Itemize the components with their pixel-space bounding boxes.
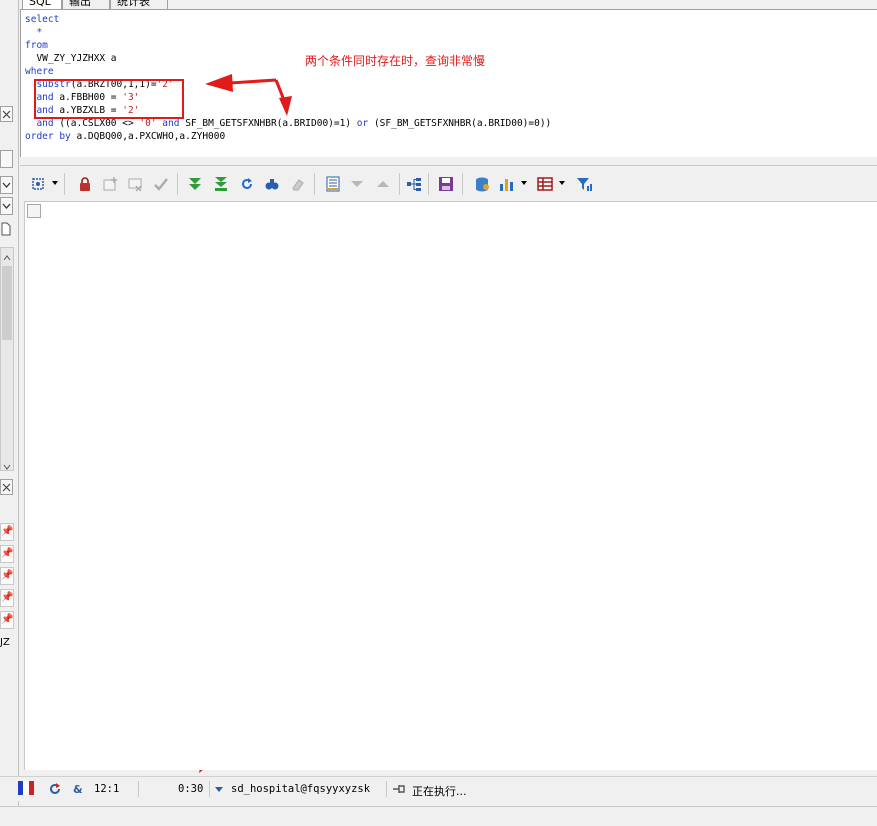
result-grid[interactable] (24, 201, 877, 770)
status-separator (386, 781, 387, 797)
add-record-icon[interactable] (102, 176, 118, 192)
dropdown-arrow-icon[interactable] (559, 181, 565, 185)
grid-view-icon[interactable] (537, 176, 553, 192)
post-icon[interactable] (153, 176, 169, 192)
flag-icon (18, 781, 34, 795)
status-separator (209, 781, 210, 797)
status-bar: & 12:1 0:30 sd_hospital@fqsyyxyzsk 正在执行.… (0, 776, 877, 801)
filter-icon[interactable] (576, 176, 592, 192)
refresh-icon[interactable] (239, 176, 255, 192)
toolbar-separator (399, 173, 400, 195)
single-record-icon[interactable] (325, 176, 341, 192)
delete-record-icon[interactable] (127, 176, 143, 192)
dropdown-arrow-icon[interactable] (52, 181, 58, 185)
toolbar-separator (177, 173, 178, 195)
dropdown-arrow-icon[interactable] (521, 181, 527, 185)
pin-icon[interactable] (392, 783, 406, 798)
toolbar-separator (428, 173, 429, 195)
splitter[interactable] (20, 157, 877, 166)
find-icon[interactable] (264, 176, 280, 192)
query-by-example-icon[interactable] (406, 176, 422, 192)
toolbar-separator (462, 173, 463, 195)
clear-icon[interactable] (290, 176, 306, 192)
connection-dropdown-icon[interactable] (215, 787, 223, 792)
fetch-last-icon[interactable] (213, 176, 229, 192)
fetch-next-icon[interactable] (187, 176, 203, 192)
toolbar-separator (64, 173, 65, 195)
grid-corner-cell[interactable] (27, 204, 41, 218)
status-separator (138, 781, 139, 797)
cursor-position: 12:1 (94, 783, 120, 795)
annotation-arrow (205, 74, 292, 116)
save-icon[interactable] (438, 176, 454, 192)
result-toolbar (20, 167, 877, 201)
refresh-icon[interactable] (47, 781, 63, 797)
execution-status: 正在执行... (412, 785, 467, 798)
connection-name[interactable]: sd_hospital@fqsyyxyzsk (231, 783, 370, 795)
ampersand-icon[interactable]: & (73, 783, 83, 796)
elapsed-time: 0:30 (178, 783, 204, 795)
previous-record-icon[interactable] (375, 176, 391, 192)
next-record-icon[interactable] (349, 176, 365, 192)
chart-icon[interactable] (499, 176, 515, 192)
select-icon[interactable] (30, 176, 46, 192)
bottom-bar (0, 806, 877, 826)
export-icon[interactable] (474, 176, 490, 192)
toolbar-separator (314, 173, 315, 195)
lock-icon[interactable] (77, 176, 93, 192)
